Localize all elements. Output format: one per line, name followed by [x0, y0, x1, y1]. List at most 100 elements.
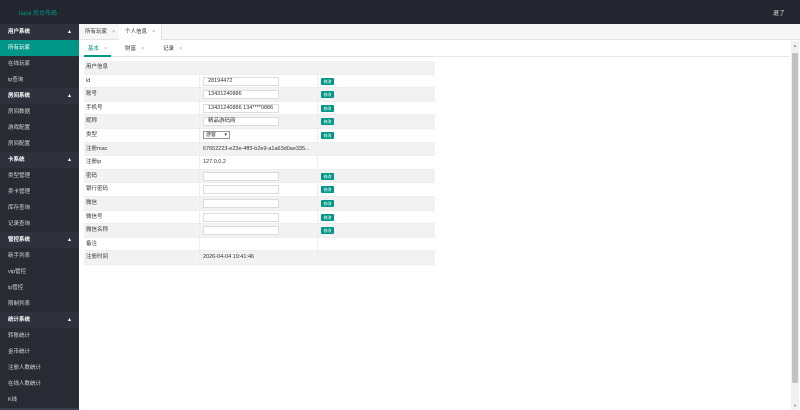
table-row: 类型 游客 ▾ 修改: [84, 128, 435, 143]
field-input[interactable]: [203, 226, 279, 236]
subtab-wealth[interactable]: 财富 ×: [125, 41, 144, 57]
field-input[interactable]: [203, 212, 279, 222]
sidebar-item[interactable]: 类型管理: [0, 168, 79, 184]
sidebar-nav: 用户系统 ▴ 所有玩家 在线玩家 ip查询 房间系统 ▴ 房间数据 游戏配置 房间配置 卡系统 ▴ 类型…: [0, 24, 79, 410]
subtab-label: 财富: [125, 46, 137, 52]
column-divider: [317, 74, 318, 88]
column-divider: [199, 128, 200, 142]
sidebar-group-title: 统计系统: [8, 317, 31, 323]
sidebar-item[interactable]: 记录查询: [0, 216, 79, 232]
user-info-table: 用户信息 id 28194472 修改 账号 13431240886 修改 手机号 13431…: [84, 61, 435, 265]
column-divider: [317, 224, 318, 237]
scroll-down-icon[interactable]: ▼: [793, 403, 797, 408]
sidebar-item[interactable]: 限制列表: [0, 296, 79, 312]
field-input[interactable]: 28194472: [203, 76, 279, 86]
sidebar-item[interactable]: 金币统计: [0, 344, 79, 360]
sidebar-item[interactable]: K线: [0, 392, 79, 408]
table-row: 微信名称 修改: [84, 224, 435, 238]
close-icon[interactable]: ×: [141, 46, 144, 52]
column-divider: [317, 115, 318, 128]
page-tab-bar: 所有玩家 × 个人信息 ×: [79, 24, 800, 40]
column-divider: [317, 196, 318, 210]
chevron-up-icon: ▴: [67, 29, 71, 35]
field-input[interactable]: 13431240886: [203, 90, 279, 100]
tab-all-players[interactable]: 所有玩家 ×: [79, 24, 123, 40]
sidebar-group-header[interactable]: 用户系统 ▴: [0, 24, 79, 40]
info-subtab-bar: 基本 × 财富 × 记录 ×: [79, 41, 789, 57]
edit-button[interactable]: 修改: [321, 91, 334, 99]
sidebar-group-title: 房间系统: [8, 93, 31, 99]
sidebar-item[interactable]: 所有玩家: [0, 40, 79, 56]
sidebar-item[interactable]: 转账统计: [0, 328, 79, 344]
chevron-up-icon: ▴: [67, 157, 71, 163]
sidebar-item[interactable]: 房间数据: [0, 104, 79, 120]
edit-button[interactable]: 修改: [321, 104, 334, 112]
field-input[interactable]: [203, 171, 279, 181]
column-divider: [199, 183, 200, 196]
edit-button[interactable]: 修改: [321, 172, 334, 180]
column-divider: [199, 74, 200, 88]
edit-button[interactable]: 修改: [321, 199, 334, 207]
sidebar-item[interactable]: 新手列表: [0, 248, 79, 264]
scroll-up-icon[interactable]: ▲: [793, 43, 797, 48]
field-input[interactable]: 精品游码网: [203, 117, 279, 127]
edit-button[interactable]: 修改: [321, 213, 334, 221]
sidebar-item[interactable]: ip管控: [0, 280, 79, 296]
app-logo[interactable]: layui 后台布局: [19, 8, 57, 17]
sidebar-item[interactable]: 卖卡管理: [0, 184, 79, 200]
close-icon[interactable]: ×: [179, 46, 182, 52]
sidebar-item[interactable]: 注册人数统计: [0, 360, 79, 376]
table-row: id 28194472 修改: [84, 74, 435, 89]
edit-button[interactable]: 修改: [321, 186, 334, 194]
sidebar-group-header[interactable]: 统计系统 ▴: [0, 312, 79, 328]
type-select[interactable]: 游客 ▾: [203, 130, 230, 139]
field-label: 注册时间: [86, 254, 109, 261]
field-input[interactable]: [203, 185, 279, 195]
column-divider: [199, 196, 200, 210]
scrollbar-thumb[interactable]: [792, 53, 798, 383]
subtab-basic[interactable]: 基本 ×: [84, 41, 112, 57]
edit-button[interactable]: 修改: [321, 77, 334, 85]
select-value: 游客: [206, 131, 217, 138]
tab-personal-info[interactable]: 个人信息 ×: [119, 24, 163, 40]
edit-button[interactable]: 修改: [321, 131, 334, 139]
field-value: 127.0.0.2: [203, 159, 226, 166]
column-divider: [317, 128, 318, 142]
sidebar-item[interactable]: ip查询: [0, 72, 79, 88]
field-value: 67652223-e23e-4ff3-b2e9-a1a63d0ae335...: [203, 145, 310, 152]
table-row: 手机号 13431240886 134****0886 修改: [84, 101, 435, 116]
sidebar-item[interactable]: 房间配置: [0, 136, 79, 152]
sidebar-item[interactable]: 库存查询: [0, 200, 79, 216]
field-label: 微信号: [86, 213, 103, 220]
field-label: 银行密码: [86, 186, 109, 193]
field-label: id: [86, 77, 91, 84]
field-label: 类型: [86, 131, 98, 138]
close-icon[interactable]: ×: [152, 29, 155, 35]
close-icon[interactable]: ×: [104, 46, 107, 52]
edit-button[interactable]: 修改: [321, 118, 334, 126]
vertical-scrollbar[interactable]: ▲ ▼: [791, 41, 799, 410]
sidebar-group-header[interactable]: 卡系统 ▴: [0, 152, 79, 168]
field-input[interactable]: 13431240886 134****0886: [203, 103, 279, 113]
sidebar-item[interactable]: vip管控: [0, 264, 79, 280]
edit-button[interactable]: 修改: [321, 227, 334, 235]
field-input[interactable]: [203, 198, 279, 208]
column-divider: [317, 156, 318, 169]
column-divider: [199, 101, 200, 115]
sidebar-item[interactable]: 在线玩家: [0, 56, 79, 72]
column-divider: [199, 224, 200, 237]
sidebar-item[interactable]: 游戏配置: [0, 120, 79, 136]
chevron-up-icon: ▴: [67, 317, 71, 323]
close-icon[interactable]: ×: [112, 29, 115, 35]
field-label: 注册mac: [86, 145, 108, 152]
tab-label: 个人信息: [125, 29, 148, 35]
column-divider: [199, 88, 200, 101]
column-divider: [199, 115, 200, 128]
subtab-label: 基本: [88, 46, 100, 52]
sidebar-item[interactable]: 在线人数统计: [0, 376, 79, 392]
sidebar-group-header[interactable]: 房间系统 ▴: [0, 88, 79, 104]
sidebar-group-header[interactable]: 管控系统 ▴: [0, 232, 79, 248]
field-label: 密码: [86, 172, 98, 179]
logout-link[interactable]: 退了: [773, 8, 785, 17]
subtab-records[interactable]: 记录 ×: [163, 41, 182, 57]
